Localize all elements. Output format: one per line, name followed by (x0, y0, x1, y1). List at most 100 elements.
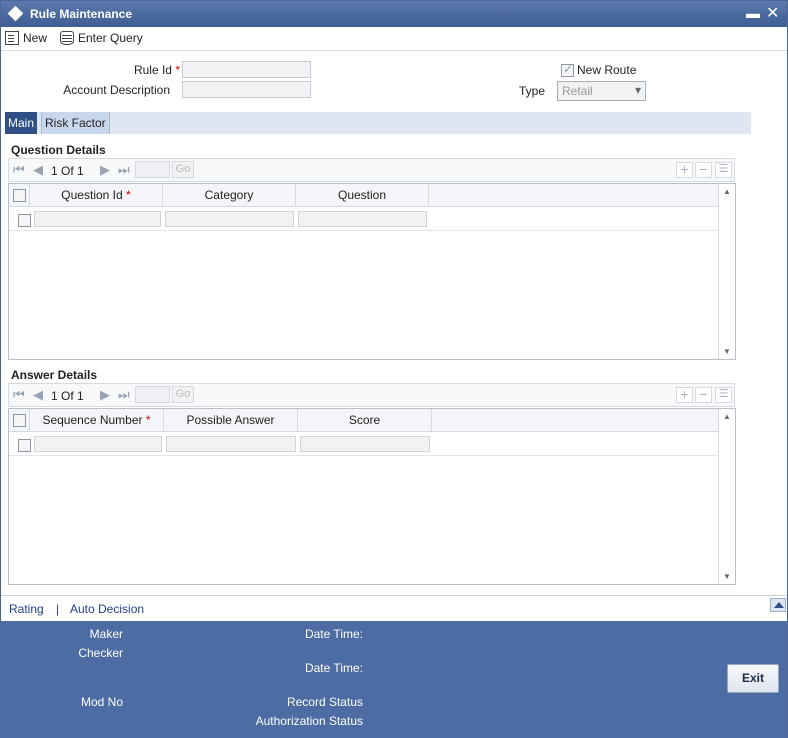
previous-page-icon[interactable]: ◀ (33, 387, 43, 403)
window-diamond-icon (7, 5, 24, 22)
rule-maintenance-window: Rule Maintenance ▬ ✕ New Enter Query Rul… (0, 0, 788, 738)
account-description-input[interactable] (182, 81, 311, 98)
question-details-title: Question Details (11, 143, 106, 157)
delete-row-icon[interactable]: − (695, 387, 712, 403)
close-icon[interactable]: ✕ (766, 3, 779, 23)
required-mark: * (126, 188, 131, 202)
answer-details-navbar: ⏮ ◀ 1 Of 1 ▶ ⏭ Go + − ☰ (8, 383, 735, 407)
view-list-icon[interactable]: ☰ (715, 387, 732, 403)
minimize-icon[interactable]: ▬ (746, 5, 760, 21)
authorization-status-label: Authorization Status (255, 714, 363, 728)
new-route-checkbox[interactable] (561, 62, 574, 77)
database-query-icon (60, 31, 74, 45)
rule-id-label-text: Rule Id (133, 63, 172, 77)
next-page-icon[interactable]: ▶ (100, 387, 110, 403)
scroll-down-icon[interactable]: ▼ (723, 347, 731, 356)
question-details-navbar: ⏮ ◀ 1 Of 1 ▶ ⏭ Go + − ☰ (8, 158, 735, 182)
type-select-value: Retail (562, 84, 593, 98)
page-current: 1 (51, 389, 58, 403)
tab-strip: Main Risk Factor (5, 112, 751, 134)
answer-details-title: Answer Details (11, 368, 98, 382)
page-of: Of (61, 164, 74, 178)
page-of: Of (61, 389, 74, 403)
column-header-score[interactable]: Score (298, 409, 432, 432)
select-all-checkbox[interactable] (13, 189, 26, 202)
previous-page-icon[interactable]: ◀ (33, 162, 43, 178)
select-all-cell (9, 184, 30, 207)
title-bar: Rule Maintenance ▬ ✕ (1, 1, 787, 27)
exit-button[interactable]: Exit (727, 664, 779, 693)
checker-date-time-label: Date Time: (304, 661, 363, 675)
question-id-cell-input[interactable] (34, 211, 161, 227)
scroll-up-icon[interactable]: ▲ (723, 412, 731, 421)
question-cell-input[interactable] (298, 211, 427, 227)
first-page-icon[interactable]: ⏮ (13, 387, 25, 403)
required-mark: * (145, 413, 151, 427)
collapse-up-icon[interactable] (770, 598, 786, 612)
maker-date-time-label: Date Time: (304, 627, 363, 641)
view-list-icon[interactable]: ☰ (715, 162, 732, 178)
new-button[interactable]: New (5, 29, 47, 47)
toolbar: New Enter Query (1, 27, 787, 51)
new-document-icon (5, 31, 19, 45)
chevron-down-icon: ▾ (634, 83, 641, 97)
row-checkbox[interactable] (18, 214, 31, 227)
first-page-icon[interactable]: ⏮ (13, 162, 25, 178)
delete-row-icon[interactable]: − (695, 162, 712, 178)
possible-answer-cell-input[interactable] (166, 436, 296, 452)
page-number-input[interactable] (135, 386, 170, 403)
column-header-possible-answer[interactable]: Possible Answer (164, 409, 298, 432)
scroll-up-icon[interactable]: ▲ (723, 187, 731, 196)
select-all-checkbox[interactable] (13, 414, 26, 427)
new-route-label: New Route (577, 63, 637, 77)
rating-link[interactable]: Rating (9, 602, 44, 616)
category-cell-input[interactable] (165, 211, 294, 227)
enter-query-label: Enter Query (78, 31, 143, 45)
auto-decision-link[interactable]: Auto Decision (70, 602, 144, 616)
go-button[interactable]: Go (172, 161, 194, 178)
rule-id-input[interactable] (182, 61, 311, 78)
record-status-label: Record Status (286, 695, 363, 709)
checker-label: Checker (78, 646, 123, 660)
row-checkbox[interactable] (18, 439, 31, 452)
link-separator: | (56, 602, 60, 616)
answer-grid-scrollbar[interactable]: ▲ ▼ (718, 409, 735, 584)
answer-details-grid: Sequence Number * Possible Answer Score … (8, 408, 736, 585)
column-header-category[interactable]: Category (163, 184, 296, 207)
page-indicator: 1 Of 1 (51, 164, 84, 178)
subsystem-link-bar: Rating | Auto Decision (1, 595, 787, 621)
last-page-icon[interactable]: ⏭ (118, 162, 130, 178)
column-header-sequence-number[interactable]: Sequence Number * (30, 409, 164, 432)
account-description-label: Account Description (63, 83, 170, 97)
add-row-icon[interactable]: + (676, 387, 693, 403)
tab-risk-factor[interactable]: Risk Factor (41, 112, 110, 134)
mod-no-label: Mod No (80, 695, 123, 709)
page-indicator: 1 Of 1 (51, 389, 84, 403)
table-row (9, 433, 718, 456)
new-button-label: New (23, 31, 48, 45)
audit-footer: Maker Checker Date Time: Date Time: Mod … (1, 621, 787, 738)
column-header-question-id[interactable]: Question Id * (30, 184, 163, 207)
type-label: Type (518, 84, 545, 98)
add-row-icon[interactable]: + (676, 162, 693, 178)
column-header-label: Question Id (61, 188, 123, 202)
enter-query-button[interactable]: Enter Query (60, 29, 143, 47)
last-page-icon[interactable]: ⏭ (118, 387, 130, 403)
required-mark: * (175, 63, 180, 77)
rule-id-label: Rule Id * (61, 63, 180, 77)
go-button[interactable]: Go (172, 386, 194, 403)
scroll-down-icon[interactable]: ▼ (723, 572, 731, 581)
question-grid-scrollbar[interactable]: ▲ ▼ (718, 184, 735, 359)
type-select[interactable]: Retail ▾ (557, 81, 646, 101)
window-title: Rule Maintenance (30, 7, 133, 21)
sequence-number-cell-input[interactable] (34, 436, 162, 452)
page-number-input[interactable] (135, 161, 170, 178)
question-details-grid: Question Id * Category Question ▲ ▼ (8, 183, 736, 360)
table-row (9, 208, 718, 231)
question-grid-header: Question Id * Category Question (9, 184, 718, 207)
column-header-question[interactable]: Question (296, 184, 429, 207)
answer-grid-header: Sequence Number * Possible Answer Score (9, 409, 718, 432)
next-page-icon[interactable]: ▶ (100, 162, 110, 178)
score-cell-input[interactable] (300, 436, 430, 452)
tab-main[interactable]: Main (5, 112, 38, 134)
